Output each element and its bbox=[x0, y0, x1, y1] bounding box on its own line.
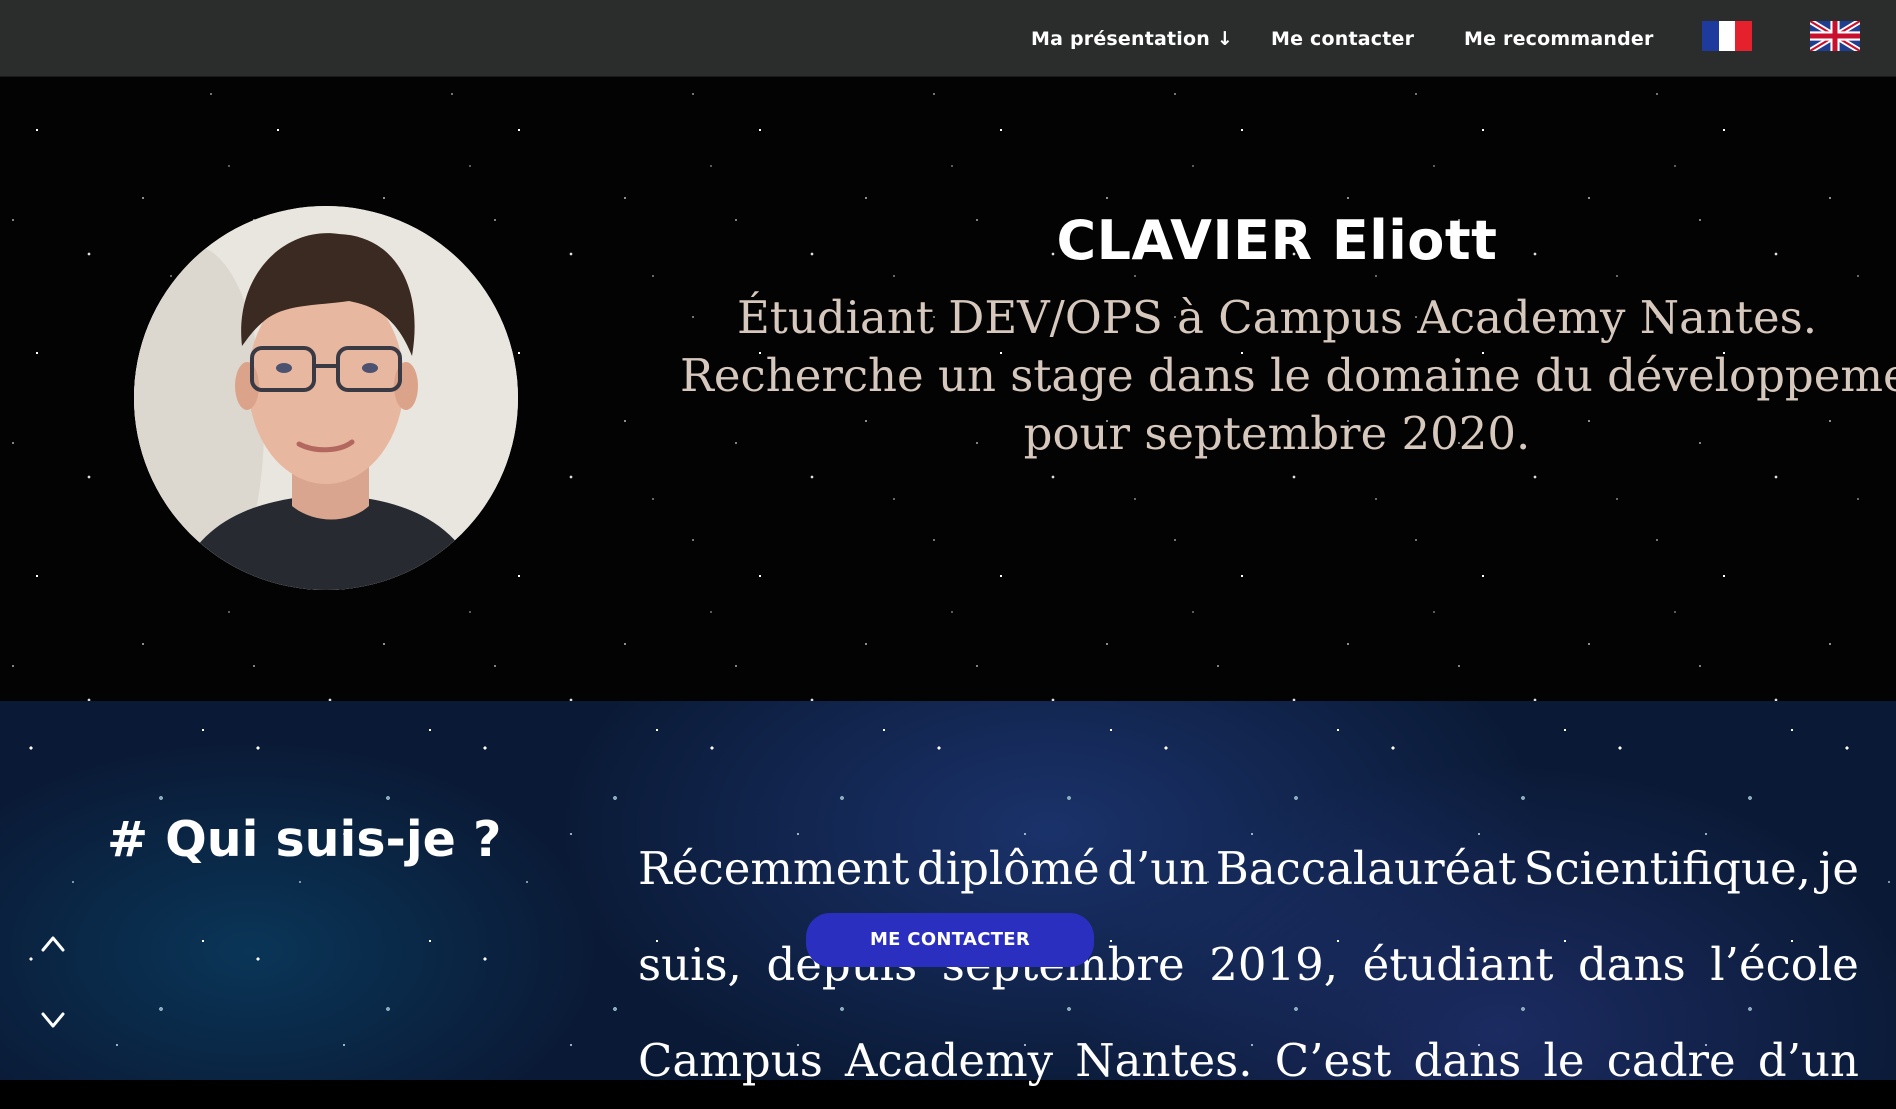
word: Baccalauréat bbox=[1215, 842, 1517, 895]
about-section: # Qui suis-je ? Récemment diplômé d’un B… bbox=[0, 701, 1896, 1087]
word: Academy bbox=[845, 1034, 1054, 1087]
fr-flag-icon[interactable] bbox=[1702, 21, 1753, 51]
word: d’un bbox=[1757, 1034, 1859, 1087]
word: étudiant bbox=[1362, 938, 1554, 991]
word: dans bbox=[1413, 1034, 1522, 1087]
word: le bbox=[1543, 1034, 1585, 1087]
word: Récemment bbox=[638, 842, 910, 895]
contact-button[interactable]: ME CONTACTER bbox=[806, 913, 1094, 967]
description-line: Étudiant DEV/OPS à Campus Academy Nantes… bbox=[736, 291, 1818, 344]
uk-flag-icon[interactable] bbox=[1810, 21, 1860, 51]
word: diplômé bbox=[916, 842, 1100, 895]
word: 2019, bbox=[1209, 938, 1339, 991]
word: cadre bbox=[1606, 1034, 1736, 1087]
description-line: Recherche un stage dans le domaine du dé… bbox=[680, 349, 1896, 402]
nav-link-contact[interactable]: Me contacter bbox=[1271, 0, 1414, 76]
word: Nantes. bbox=[1075, 1034, 1253, 1087]
top-navbar: Ma présentation ↓ Me contacter Me recomm… bbox=[0, 0, 1896, 77]
profile-photo bbox=[134, 206, 518, 590]
chevron-up-icon[interactable] bbox=[38, 929, 68, 959]
about-line: Campus Academy Nantes. C’est dans le cad… bbox=[638, 1013, 1859, 1109]
word: dans bbox=[1577, 938, 1686, 991]
hero-section: CLAVIER Eliott Étudiant DEV/OPS à Campus… bbox=[0, 77, 1896, 701]
profile-name: CLAVIER Eliott bbox=[1056, 209, 1498, 272]
word: l’école bbox=[1710, 938, 1859, 991]
about-title: # Qui suis-je ? bbox=[107, 811, 502, 868]
word: suis, bbox=[638, 938, 742, 991]
profile-description: Étudiant DEV/OPS à Campus Academy Nantes… bbox=[680, 289, 1896, 463]
word: Scientifique, bbox=[1523, 842, 1811, 895]
word: je bbox=[1818, 842, 1859, 895]
nav-link-recommend[interactable]: Me recommander bbox=[1464, 0, 1654, 76]
chevron-down-icon[interactable] bbox=[38, 1005, 68, 1035]
word: Campus bbox=[638, 1034, 823, 1087]
nav-link-presentation[interactable]: Ma présentation ↓ bbox=[1031, 0, 1233, 76]
word: C’est bbox=[1274, 1034, 1392, 1087]
about-line: Récemment diplômé d’un Baccalauréat Scie… bbox=[638, 821, 1859, 917]
description-line: pour septembre 2020. bbox=[1023, 407, 1531, 460]
word: d’un bbox=[1107, 842, 1209, 895]
